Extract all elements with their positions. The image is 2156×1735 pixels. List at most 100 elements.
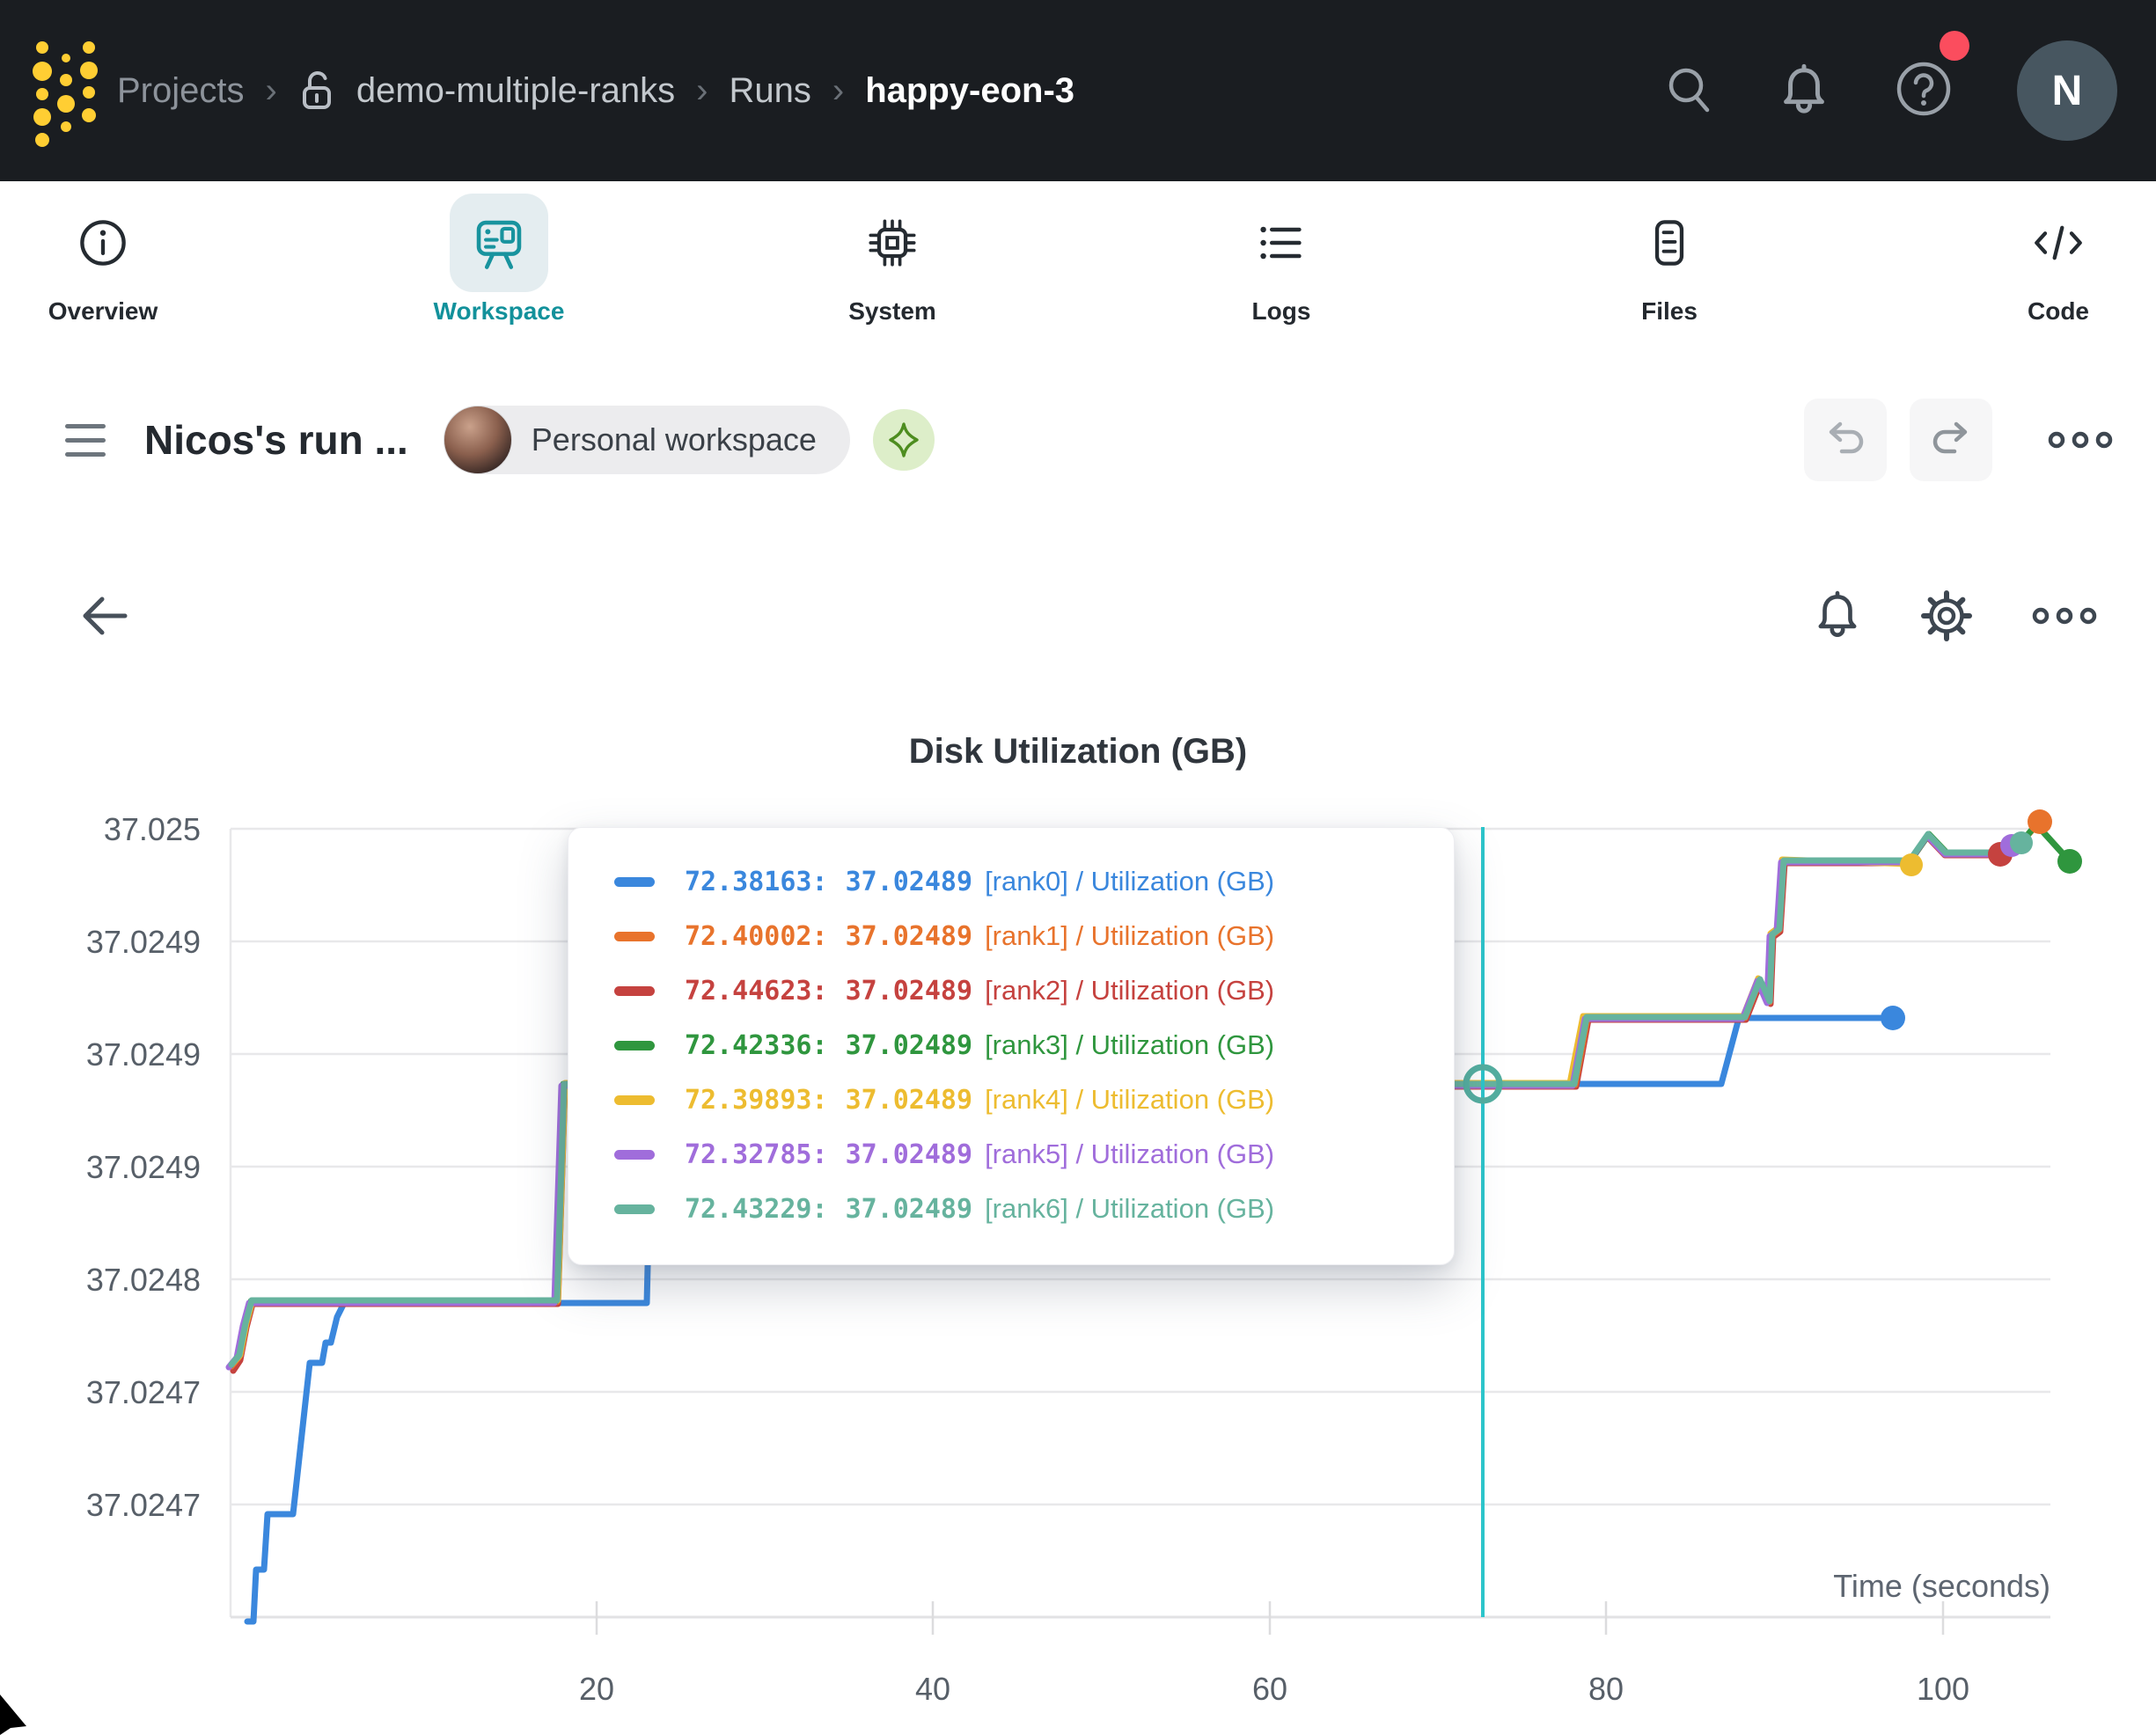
x-tick-label: 80	[1588, 1671, 1624, 1707]
breadcrumb-project[interactable]: demo-multiple-ranks	[356, 71, 675, 111]
tab-workspace[interactable]: Workspace	[385, 194, 613, 326]
x-tick-label: 40	[915, 1671, 950, 1707]
tooltip-series-label: [rank0] / Utilization (GB)	[985, 866, 1274, 897]
tooltip-series-label: [rank6] / Utilization (GB)	[985, 1193, 1274, 1225]
legend-dash-icon	[614, 986, 655, 996]
tooltip-row: 72.44623: 37.02489 [rank2] / Utilization…	[568, 963, 1454, 1018]
tab-label: System	[848, 297, 936, 326]
y-tick-label: 37.0248	[86, 1262, 201, 1298]
breadcrumb-projects[interactable]: Projects	[117, 71, 245, 111]
tab-code[interactable]: Code	[1944, 194, 2156, 326]
more-options-icon[interactable]	[2047, 430, 2114, 450]
endpoint-rank3	[2057, 849, 2082, 874]
tooltip-value: 37.02489	[846, 867, 973, 897]
endpoint-rank4	[1900, 853, 1923, 876]
y-tick-label: 37.0249	[86, 1149, 201, 1185]
undo-icon	[1822, 420, 1868, 460]
x-axis-title: Time (seconds)	[1833, 1568, 2050, 1604]
tab-logs[interactable]: Logs	[1167, 194, 1396, 326]
tab-overview[interactable]: Overview	[0, 194, 217, 326]
unlock-icon	[298, 69, 335, 113]
tab-label: Code	[2028, 297, 2089, 326]
tooltip-value: 37.02489	[846, 921, 973, 952]
breadcrumb-run-name[interactable]: happy-eon-3	[865, 71, 1074, 111]
legend-dash-icon	[614, 932, 655, 941]
tooltip-row: 72.32785: 37.02489 [rank5] / Utilization…	[568, 1127, 1454, 1182]
run-tabs: Overview Workspace	[0, 181, 2156, 359]
tooltip-value: 37.02489	[846, 1085, 973, 1116]
tooltip-row: 72.38163: 37.02489 [rank0] / Utilization…	[568, 854, 1454, 909]
tooltip-series-label: [rank1] / Utilization (GB)	[985, 920, 1274, 952]
endpoint-rank6	[2010, 831, 2033, 854]
breadcrumb-runs[interactable]: Runs	[730, 71, 811, 111]
tooltip-row: 72.43229: 37.02489 [rank6] / Utilization…	[568, 1182, 1454, 1236]
list-icon	[1232, 194, 1331, 292]
endpoint-rank1	[2028, 809, 2052, 834]
legend-dash-icon	[614, 1204, 655, 1214]
chart-panel: Disk Utilization (GB) 37.025 37.0249 3	[0, 523, 2156, 1735]
tooltip-row: 72.39893: 37.02489 [rank4] / Utilization…	[568, 1072, 1454, 1127]
x-tick-label: 100	[1917, 1671, 1969, 1707]
tooltip-time: 72.40002:	[685, 921, 828, 952]
tooltip-time: 72.32785:	[685, 1139, 828, 1170]
info-icon	[54, 194, 152, 292]
tab-label: Files	[1641, 297, 1698, 326]
undo-button[interactable]	[1804, 399, 1887, 481]
tooltip-time: 72.39893:	[685, 1085, 828, 1116]
y-tick-label: 37.0249	[86, 1036, 201, 1072]
workspace-actions	[1804, 399, 2114, 481]
help-icon	[1894, 59, 1954, 119]
cpu-chip-icon	[843, 194, 942, 292]
bell-icon[interactable]	[1778, 62, 1830, 119]
tooltip-series-label: [rank5] / Utilization (GB)	[985, 1138, 1274, 1170]
legend-dash-icon	[614, 877, 655, 887]
mouse-cursor	[0, 1695, 30, 1735]
redo-button[interactable]	[1910, 399, 1992, 481]
search-icon[interactable]	[1663, 64, 1714, 117]
workspace-selector[interactable]: Personal workspace	[444, 406, 850, 474]
tooltip-series-label: [rank2] / Utilization (GB)	[985, 975, 1274, 1007]
tooltip-row: 72.40002: 37.02489 [rank1] / Utilization…	[568, 909, 1454, 963]
tooltip-series-label: [rank4] / Utilization (GB)	[985, 1084, 1274, 1116]
tab-files[interactable]: Files	[1555, 194, 1784, 326]
run-title[interactable]: Nicos's run ...	[144, 416, 408, 464]
chevron-right-icon: ›	[266, 71, 277, 111]
tooltip-time: 72.42336:	[685, 1030, 828, 1061]
menu-icon[interactable]	[65, 424, 106, 457]
redo-icon	[1928, 420, 1974, 460]
sparkle-button[interactable]	[873, 409, 935, 471]
sparkle-icon	[884, 421, 923, 459]
topbar-actions: N	[1663, 0, 2117, 181]
wandb-logo-icon[interactable]	[30, 35, 100, 148]
notification-dot	[1940, 31, 1969, 61]
workspace-icon	[450, 194, 548, 292]
tooltip-value: 37.02489	[846, 1194, 973, 1225]
top-navigation-bar: Projects › demo-multiple-ranks › Runs › …	[0, 0, 2156, 181]
x-tick-label: 60	[1252, 1671, 1287, 1707]
tooltip-value: 37.02489	[846, 976, 973, 1007]
code-icon	[2009, 194, 2108, 292]
tooltip-time: 72.38163:	[685, 867, 828, 897]
chevron-right-icon: ›	[832, 71, 844, 111]
tooltip-time: 72.44623:	[685, 976, 828, 1007]
user-avatar[interactable]: N	[2017, 40, 2117, 141]
tab-label: Overview	[48, 297, 158, 326]
legend-dash-icon	[614, 1150, 655, 1160]
help-button[interactable]	[1894, 59, 1954, 123]
workspace-selector-label: Personal workspace	[532, 421, 817, 458]
tab-label: Workspace	[434, 297, 565, 326]
tooltip-value: 37.02489	[846, 1139, 973, 1170]
breadcrumb: Projects › demo-multiple-ranks › Runs › …	[117, 0, 1074, 181]
user-photo-avatar	[444, 406, 512, 474]
legend-dash-icon	[614, 1041, 655, 1051]
y-tick-label: 37.025	[104, 811, 201, 847]
y-tick-label: 37.0247	[86, 1374, 201, 1410]
tooltip-value: 37.02489	[846, 1030, 973, 1061]
chart-tooltip: 72.38163: 37.02489 [rank0] / Utilization…	[568, 827, 1455, 1265]
tooltip-time: 72.43229:	[685, 1194, 828, 1225]
tab-system[interactable]: System	[778, 194, 1007, 326]
legend-dash-icon	[614, 1095, 655, 1105]
tooltip-series-label: [rank3] / Utilization (GB)	[985, 1029, 1274, 1061]
y-tick-label: 37.0247	[86, 1487, 201, 1523]
document-icon	[1620, 194, 1719, 292]
